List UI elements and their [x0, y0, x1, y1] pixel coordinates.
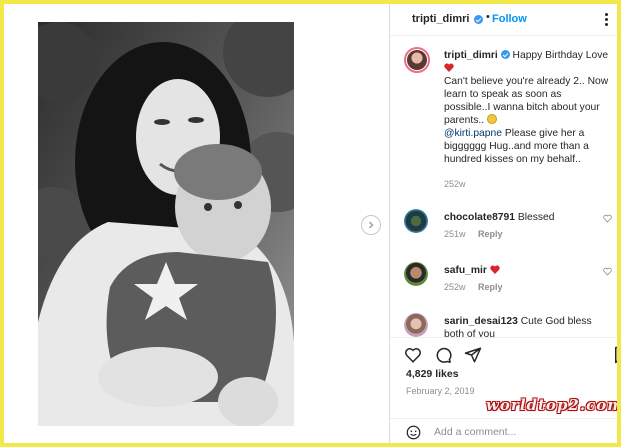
- post-photo[interactable]: [38, 22, 294, 426]
- caption-line2: Can't believe you're already 2.. Now lea…: [444, 76, 609, 126]
- share-send-icon[interactable]: [464, 346, 482, 364]
- emoji-picker-icon[interactable]: [406, 425, 421, 440]
- verified-badge-icon: [474, 15, 483, 24]
- likes-count[interactable]: 4,829 likes: [406, 368, 459, 380]
- caption-text: tripti_dimri Happy Birthday Love Can't b…: [444, 49, 610, 166]
- caption-time: 252w: [444, 179, 466, 189]
- heart-emoji-icon: [490, 265, 500, 274]
- caption-line1: Happy Birthday Love: [512, 50, 609, 61]
- heart-emoji-icon: [444, 63, 454, 72]
- post-window: tripti_dimri • Follow tripti_dimri Happy…: [4, 4, 617, 443]
- comment-username[interactable]: chocolate8791: [444, 212, 515, 223]
- comment-text: safu_mir: [444, 264, 610, 277]
- post-date: February 2, 2019: [406, 386, 475, 396]
- like-comment-icon[interactable]: [603, 267, 612, 276]
- post-header: tripti_dimri • Follow: [390, 4, 617, 36]
- post-actions: 4,829 likes February 2, 2019 worldtop2.c…: [390, 337, 617, 443]
- comment-text: sarin_desai123 Cute God bless both of yo…: [444, 315, 610, 337]
- comment-item: chocolate8791 Blessed 251w Reply: [390, 209, 617, 259]
- comment-username[interactable]: safu_mir: [444, 265, 487, 276]
- like-heart-icon[interactable]: [404, 346, 422, 364]
- header-separator: •: [486, 11, 490, 23]
- comment-input[interactable]: [434, 424, 604, 440]
- media-panel: [4, 4, 389, 443]
- caption-avatar[interactable]: [404, 47, 430, 73]
- chevron-right-icon: [369, 221, 374, 229]
- comment-avatar[interactable]: [404, 262, 428, 286]
- more-options-icon[interactable]: [605, 13, 609, 27]
- caption-mention[interactable]: @kirti.papne: [444, 128, 502, 139]
- save-bookmark-icon[interactable]: [612, 346, 617, 364]
- follow-button[interactable]: Follow: [492, 13, 527, 25]
- reply-button[interactable]: Reply: [478, 229, 503, 239]
- next-photo-button[interactable]: [361, 215, 381, 235]
- comments-list[interactable]: tripti_dimri Happy Birthday Love Can't b…: [390, 37, 617, 337]
- comment-meta: 252w Reply: [444, 282, 503, 292]
- site-watermark: worldtop2.com: [486, 396, 617, 414]
- add-comment-row: [390, 418, 617, 443]
- comment-time: 252w: [444, 282, 466, 292]
- photo-image: [38, 22, 294, 426]
- caption-verified-icon: [500, 50, 510, 59]
- header-username[interactable]: tripti_dimri: [412, 13, 469, 25]
- reply-button[interactable]: Reply: [478, 282, 503, 292]
- comment-time: 251w: [444, 229, 466, 239]
- like-comment-icon[interactable]: [603, 214, 612, 223]
- smiley-emoji-icon: [486, 114, 497, 124]
- caption-username[interactable]: tripti_dimri: [444, 50, 498, 61]
- comment-item: safu_mir 252w Reply: [390, 262, 617, 312]
- comment-avatar[interactable]: [404, 313, 428, 337]
- comment-body: Blessed: [517, 212, 555, 223]
- comment-text: chocolate8791 Blessed: [444, 211, 610, 224]
- comment-avatar[interactable]: [404, 209, 428, 233]
- comment-username[interactable]: sarin_desai123: [444, 316, 518, 327]
- post-side-panel: tripti_dimri • Follow tripti_dimri Happy…: [389, 4, 617, 443]
- comment-bubble-icon[interactable]: [434, 346, 452, 364]
- comment-meta: 251w Reply: [444, 229, 503, 239]
- comment-item: sarin_desai123 Cute God bless both of yo…: [390, 313, 617, 337]
